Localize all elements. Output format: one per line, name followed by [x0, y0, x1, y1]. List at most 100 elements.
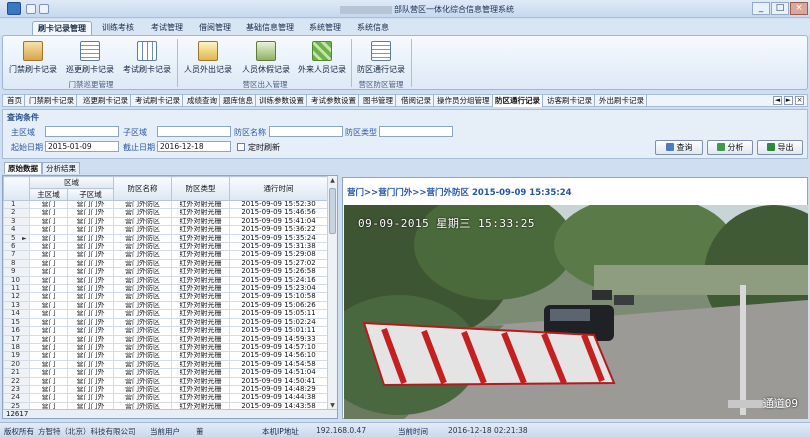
ribbon-tab-sysinfo[interactable]: 系统信息 — [351, 21, 395, 35]
table-row[interactable]: 15 营门 营门门外 营门外防区 红外对射光栅 2015-09-09 15:02:24 — [3, 317, 328, 328]
ribbon-tab-training[interactable]: 训练考核 — [96, 21, 140, 35]
local-ip-label: 本机IP地址 — [262, 427, 299, 436]
doc-tab-home[interactable]: 首页 — [5, 95, 25, 107]
table-row[interactable]: 10 营门 营门门外 营门外防区 红外对射光栅 2015-09-09 15:24:16 — [3, 275, 328, 286]
cell-main-area: 营门 — [29, 309, 68, 319]
ribbon-tab-system[interactable]: 系统管理 — [303, 21, 347, 35]
ribbon-tab-exam[interactable]: 考试管理 — [145, 21, 189, 35]
table-row[interactable]: 6 营门 营门门外 营门外防区 红外对射光栅 2015-09-09 15:31:38 — [3, 242, 328, 252]
ribbon-tab-basic-info[interactable]: 基础信息管理 — [240, 21, 300, 35]
zone-name-input[interactable] — [269, 126, 343, 137]
start-date-input[interactable]: 2015-01-09 — [45, 141, 119, 152]
company-name: 方智特（北京）科技有限公司 — [38, 427, 136, 436]
doc-tab-training-params[interactable]: 训练参数设置 — [257, 95, 307, 107]
doc-tab-visitor-records[interactable]: 访客刷卡记录 — [545, 95, 595, 107]
doc-tab-patrol-records[interactable]: 巡更刷卡记录 — [81, 95, 131, 107]
cell-sub-area: 营门门外 — [67, 242, 114, 252]
tab-close-icon[interactable]: × — [795, 96, 804, 105]
table-row[interactable]: 16 营门 营门门外 营门外防区 红外对射光栅 2015-09-09 15:01:11 — [3, 326, 328, 336]
minimize-button[interactable]: _ — [752, 2, 770, 15]
column-header-zone-name[interactable]: 防区名称 — [113, 176, 172, 201]
doc-tab-exam-records[interactable]: 考试刷卡记录 — [133, 95, 183, 107]
house-icon — [198, 41, 218, 61]
ribbon-tab-borrow[interactable]: 借阅管理 — [193, 21, 237, 35]
table-row[interactable]: 22 营门 营门门外 营门外防区 红外对射光栅 2015-09-09 14:50:41 — [3, 376, 328, 386]
table-row[interactable]: 2 营门 营门门外 营门外防区 红外对射光栅 2015-09-09 15:46:56 — [3, 208, 328, 218]
table-row[interactable]: 19 营门 营门门外 营门外防区 红外对射光栅 2015-09-09 14:56:10 — [3, 351, 328, 361]
scrollbar-thumb[interactable] — [329, 188, 336, 234]
zone-type-input[interactable] — [379, 126, 453, 137]
access-card-record-button[interactable]: 门禁刷卡记录 — [7, 39, 59, 79]
quick-menu-icon[interactable] — [39, 4, 49, 14]
grid-vertical-scrollbar[interactable]: ▲ ▼ — [327, 176, 337, 412]
table-row[interactable]: 20 营门 营门门外 营门外防区 红外对射光栅 2015-09-09 14:54:58 — [3, 359, 328, 370]
doc-tab-exam-params[interactable]: 考试参数设置 — [309, 95, 359, 107]
doc-tab-operator-groups[interactable]: 操作员分组管理 — [435, 95, 493, 107]
cell-pass-time: 2015-09-09 15:36:22 — [229, 225, 328, 235]
tab-scroll-right-icon[interactable]: ► — [784, 96, 793, 105]
table-row[interactable]: 12 营门 营门门外 营门外防区 红外对射光栅 2015-09-09 15:10:58 — [3, 292, 328, 302]
table-row[interactable]: 11 营门 营门门外 营门外防区 红外对射光栅 2015-09-09 15:23:04 — [3, 284, 328, 294]
tab-scroll-left-icon[interactable]: ◄ — [773, 96, 782, 105]
zone-pass-record-button[interactable]: 防区通行记录 — [355, 39, 407, 79]
cell-pass-time: 2015-09-09 15:27:02 — [229, 258, 328, 269]
cell-zone-type: 红外对射光栅 — [171, 250, 230, 260]
table-row[interactable]: 18 营门 营门门外 营门外防区 红外对射光栅 2015-09-09 14:57:10 — [3, 342, 328, 353]
table-row[interactable]: 8 营门 营门门外 营门外防区 红外对射光栅 2015-09-09 15:27:02 — [3, 258, 328, 269]
visitors-icon — [312, 41, 332, 61]
table-row[interactable]: 24 营门 营门门外 营门外防区 红外对射光栅 2015-09-09 14:44:38 — [3, 393, 328, 403]
main-area-input[interactable] — [45, 126, 119, 137]
auto-refresh-checkbox[interactable] — [237, 143, 245, 151]
doc-tab-outgoing-records[interactable]: 外出刷卡记录 — [597, 95, 647, 107]
scroll-up-icon[interactable]: ▲ — [328, 177, 337, 186]
column-header-main-area[interactable]: 主区域 — [29, 188, 68, 201]
table-row[interactable]: 7 营门 营门门外 营门外防区 红外对射光栅 2015-09-09 15:29:08 — [3, 250, 328, 260]
column-header-zone-type[interactable]: 防区类型 — [171, 176, 230, 201]
patrol-card-record-button[interactable]: 巡更刷卡记录 — [63, 39, 117, 79]
table-row[interactable]: 1 营门 营门门外 营门外防区 红外对射光栅 2015-09-09 15:52:30 — [3, 199, 328, 210]
maximize-button[interactable]: □ — [771, 2, 789, 15]
redacted-block — [340, 5, 392, 14]
exam-card-record-button[interactable]: 考试刷卡记录 — [120, 39, 174, 79]
query-button[interactable]: 查询 — [655, 140, 703, 155]
export-button[interactable]: 导出 — [757, 140, 803, 155]
column-header-sub-area[interactable]: 子区域 — [67, 188, 114, 201]
cell-sub-area: 营门门外 — [67, 258, 114, 269]
table-row[interactable]: 23 营门 营门门外 营门外防区 红外对射光栅 2015-09-09 14:48:29 — [3, 384, 328, 395]
table-row[interactable]: 5 ► 营门 营门门外 营门外防区 红外对射光栅 2015-09-09 15:35:24 — [3, 233, 328, 244]
table-row[interactable]: 21 营门 营门门外 营门外防区 红外对射光栅 2015-09-09 14:51:04 — [3, 368, 328, 378]
tab-raw-data[interactable]: 原始数据 — [4, 162, 42, 174]
analyze-button[interactable]: 分析 — [707, 140, 753, 155]
table-row[interactable]: 3 营门 营门门外 营门外防区 红外对射光栅 2015-09-09 15:41:04 — [3, 216, 328, 227]
cell-pass-time: 2015-09-09 15:24:16 — [229, 275, 328, 286]
column-header-pass-time[interactable]: 通行时间 — [229, 176, 328, 201]
cell-main-area: 营门 — [29, 393, 68, 403]
table-row[interactable]: 14 营门 营门门外 营门外防区 红外对射光栅 2015-09-09 15:05:11 — [3, 309, 328, 319]
doc-tab-zone-pass-records[interactable]: 防区通行记录 — [493, 95, 543, 107]
cell-main-area: 营门 — [29, 275, 68, 286]
ribbon-tab-card-records[interactable]: 刷卡记录管理 — [32, 21, 92, 35]
visitor-record-button[interactable]: 外来人员记录 — [295, 39, 349, 79]
cell-pass-time: 2015-09-09 14:57:10 — [229, 342, 328, 353]
table-row[interactable]: 4 营门 营门门外 营门外防区 红外对射光栅 2015-09-09 15:36:22 — [3, 225, 328, 235]
table-row[interactable]: 9 营门 营门门外 营门外防区 红外对射光栅 2015-09-09 15:26:58 — [3, 267, 328, 277]
ribbon-tab-bar: 刷卡记录管理 训练考核 考试管理 借阅管理 基础信息管理 系统管理 系统信息 — [0, 19, 810, 35]
doc-tab-access-records[interactable]: 门禁刷卡记录 — [27, 95, 77, 107]
tab-analysis[interactable]: 分析结果 — [42, 162, 80, 174]
doc-tab-question-bank[interactable]: 题库信息 — [221, 95, 256, 107]
quick-save-icon[interactable] — [26, 4, 36, 14]
cell-pass-time: 2015-09-09 15:10:58 — [229, 292, 328, 302]
doc-tab-borrow-records[interactable]: 借阅记录 — [399, 95, 434, 107]
doc-tab-score-query[interactable]: 成绩查询 — [185, 95, 220, 107]
table-row[interactable]: 17 营门 营门门外 营门外防区 红外对射光栅 2015-09-09 14:59:33 — [3, 334, 328, 344]
end-date-input[interactable]: 2016-12-18 — [157, 141, 231, 152]
row-number: 24 — [3, 393, 30, 403]
personnel-out-record-button[interactable]: 人员外出记录 — [181, 39, 235, 79]
personnel-leave-record-button[interactable]: 人员休假记录 — [239, 39, 293, 79]
cell-main-area: 营门 — [29, 368, 68, 378]
close-button[interactable]: × — [790, 2, 808, 15]
table-row[interactable]: 13 营门 营门门外 营门外防区 红外对射光栅 2015-09-09 15:06:26 — [3, 300, 328, 311]
sub-area-input[interactable] — [157, 126, 231, 137]
cell-zone-type: 红外对射光栅 — [171, 199, 230, 210]
doc-tab-books[interactable]: 图书管理 — [361, 95, 396, 107]
